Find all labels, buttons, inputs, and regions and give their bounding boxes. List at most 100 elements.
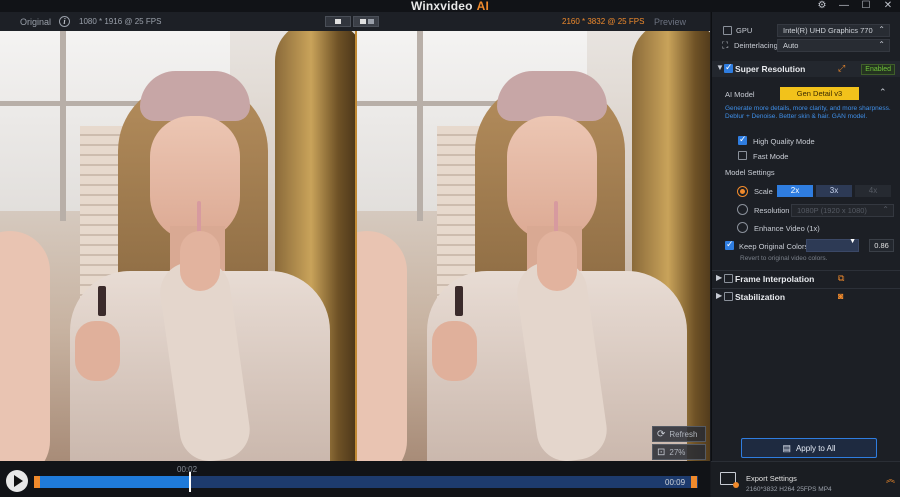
zoom-button[interactable]: ⊡ 27% bbox=[652, 444, 706, 460]
export-title: Export Settings bbox=[746, 474, 797, 483]
scale-4x-button[interactable]: 4x bbox=[855, 185, 891, 197]
chevron-updown-icon[interactable]: ⌃ bbox=[879, 87, 887, 98]
original-resolution: 1080 * 1916 @ 25 FPS bbox=[79, 17, 162, 26]
current-time: 00:02 bbox=[177, 465, 198, 474]
gpu-select[interactable]: Intel(R) UHD Graphics 770 ⌃ bbox=[777, 24, 890, 37]
export-info: 2160*3832 H264 25FPS MP4 bbox=[746, 486, 832, 493]
fast-mode-checkbox[interactable] bbox=[738, 151, 747, 160]
preview-header: Original i 1080 * 1916 @ 25 FPS 2160 * 3… bbox=[0, 12, 710, 31]
preview-resolution: 2160 * 3832 @ 25 FPS bbox=[562, 17, 645, 26]
keep-colors-row: Keep Original Colors ▼ 0.86 bbox=[712, 238, 900, 252]
preview-video-frame bbox=[357, 31, 710, 461]
close-icon[interactable]: ✕ bbox=[882, 0, 894, 12]
enhance-radio[interactable] bbox=[737, 222, 748, 233]
deinterlacing-label: Deinterlacing bbox=[734, 41, 778, 50]
chevron-updown-icon: ⌃ bbox=[882, 205, 889, 214]
keep-colors-checkbox[interactable] bbox=[725, 239, 734, 250]
video-preview-area[interactable]: ⟳ Refresh ⊡ 27% bbox=[0, 31, 710, 461]
gpu-row: GPU Intel(R) UHD Graphics 770 ⌃ bbox=[712, 24, 900, 38]
high-quality-checkbox[interactable] bbox=[738, 134, 747, 145]
deinterlace-icon: ⛶ bbox=[722, 40, 729, 50]
preview-label: Preview bbox=[654, 17, 687, 27]
timeline-bar: 00:02 00:09 bbox=[0, 461, 710, 497]
color-strength-value[interactable]: 0.86 bbox=[869, 239, 894, 252]
ai-model-description: Generate more details, more clarity, and… bbox=[725, 105, 891, 120]
trim-end-handle[interactable] bbox=[691, 476, 697, 488]
zoom-label: 27% bbox=[669, 447, 686, 457]
settings-gear-icon[interactable]: ⚙ bbox=[816, 0, 828, 12]
high-quality-label: High Quality Mode bbox=[753, 137, 815, 146]
ai-model-label: AI Model bbox=[725, 90, 755, 99]
model-settings-label: Model Settings bbox=[725, 168, 775, 177]
zoom-icon: ⊡ bbox=[657, 446, 666, 458]
scale-label: Scale bbox=[754, 187, 773, 196]
ai-model-select[interactable]: Gen Detail v3 bbox=[780, 87, 859, 100]
view-mode-toggle bbox=[325, 16, 379, 27]
apply-to-all-label: Apply to All bbox=[795, 444, 836, 453]
camera-icon: ◙ bbox=[838, 291, 844, 301]
slider-thumb-icon[interactable]: ▼ bbox=[849, 238, 856, 245]
video-frame-image-enhanced bbox=[357, 31, 710, 461]
apply-to-all-button[interactable]: ▤ Apply to All bbox=[741, 438, 877, 458]
scale-radio[interactable] bbox=[737, 186, 748, 197]
refresh-button[interactable]: ⟳ Refresh bbox=[652, 426, 706, 442]
deinterlacing-row: ⛶ Deinterlacing Auto ⌃ bbox=[712, 39, 900, 53]
fast-mode-label: Fast Mode bbox=[753, 152, 789, 161]
playhead[interactable] bbox=[189, 472, 191, 492]
super-resolution-checkbox[interactable] bbox=[724, 62, 733, 73]
chevron-updown-icon: ⌃ bbox=[878, 40, 885, 49]
frames-icon: ⧉ bbox=[838, 273, 845, 283]
refresh-label: Refresh bbox=[669, 429, 698, 439]
original-video-frame bbox=[0, 31, 355, 461]
export-settings-bar[interactable]: Export Settings 2160*3832 H264 25FPS MP4… bbox=[711, 461, 900, 497]
original-label: Original bbox=[20, 17, 52, 27]
frame-interpolation-checkbox[interactable] bbox=[724, 274, 733, 283]
super-resolution-header[interactable]: ▼ Super Resolution ⤢ Enabled bbox=[712, 61, 900, 77]
frame-interpolation-header[interactable]: ▶ Frame Interpolation ⧉ bbox=[712, 270, 900, 286]
stabilization-title: Stabilization bbox=[735, 292, 786, 302]
double-chevron-up-icon[interactable]: ︽ bbox=[886, 475, 895, 484]
single-view-button[interactable] bbox=[325, 16, 351, 27]
timeline-progress bbox=[38, 476, 190, 488]
timeline-track[interactable] bbox=[38, 472, 698, 492]
keep-colors-label: Keep Original Colors bbox=[739, 242, 809, 251]
info-icon[interactable]: i bbox=[59, 16, 70, 27]
scale-3x-button[interactable]: 3x bbox=[816, 185, 852, 197]
gpu-label: GPU bbox=[736, 26, 753, 35]
split-view-button[interactable] bbox=[353, 16, 379, 27]
refresh-icon: ⟳ bbox=[657, 428, 666, 440]
chevron-updown-icon: ⌃ bbox=[878, 25, 885, 34]
resolution-select[interactable]: 1080P (1920 x 1080) ⌃ bbox=[791, 204, 894, 217]
deinterlacing-value: Auto bbox=[783, 41, 799, 50]
expand-icon[interactable]: ⤢ bbox=[838, 63, 845, 74]
settings-panel: GPU Intel(R) UHD Graphics 770 ⌃ ⛶ Deinte… bbox=[711, 12, 900, 461]
caret-right-icon[interactable]: ▶ bbox=[716, 273, 722, 282]
enabled-badge: Enabled bbox=[861, 64, 895, 75]
stabilization-header[interactable]: ▶ Stabilization ◙ bbox=[712, 288, 900, 304]
minimize-icon[interactable]: — bbox=[838, 0, 850, 12]
enhance-label: Enhance Video (1x) bbox=[754, 224, 820, 233]
video-frame-image bbox=[0, 31, 355, 461]
resolution-radio[interactable] bbox=[737, 204, 748, 215]
resolution-label: Resolution bbox=[754, 206, 790, 215]
ai-model-value: Gen Detail v3 bbox=[796, 89, 843, 98]
color-strength-slider[interactable]: ▼ bbox=[806, 238, 859, 252]
deinterlacing-select[interactable]: Auto ⌃ bbox=[777, 39, 890, 52]
play-button[interactable] bbox=[6, 470, 28, 492]
scale-2x-button[interactable]: 2x bbox=[777, 185, 813, 197]
title-bar: Winxvideo AI ⚙ — ☐ ✕ bbox=[0, 0, 900, 13]
window-controls: ⚙ — ☐ ✕ bbox=[816, 0, 894, 12]
caret-down-icon[interactable]: ▼ bbox=[716, 63, 724, 72]
frame-interpolation-title: Frame Interpolation bbox=[735, 274, 815, 284]
end-time: 00:09 bbox=[665, 478, 686, 487]
export-monitor-icon bbox=[720, 472, 739, 488]
gpu-value: Intel(R) UHD Graphics 770 bbox=[783, 26, 873, 35]
gpu-checkbox[interactable] bbox=[723, 26, 732, 35]
revert-colors-text: Revert to original video colors. bbox=[740, 255, 828, 262]
resolution-value: 1080P (1920 x 1080) bbox=[797, 206, 867, 215]
trim-start-handle[interactable] bbox=[34, 476, 40, 488]
maximize-icon[interactable]: ☐ bbox=[860, 0, 872, 12]
stabilization-checkbox[interactable] bbox=[724, 292, 733, 301]
super-resolution-title: Super Resolution bbox=[735, 64, 806, 74]
caret-right-icon[interactable]: ▶ bbox=[716, 291, 722, 300]
